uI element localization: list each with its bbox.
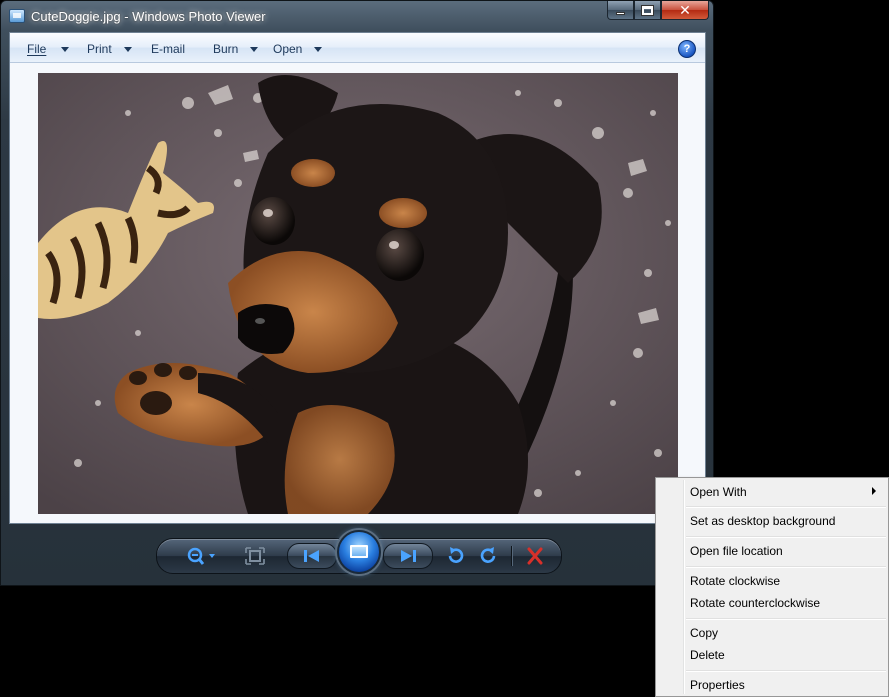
maximize-icon bbox=[642, 5, 653, 15]
context-menu-open-with-label: Open With bbox=[690, 485, 747, 499]
context-menu-rotate-clockwise[interactable]: Rotate clockwise bbox=[690, 574, 780, 588]
minimize-icon bbox=[616, 11, 625, 15]
rotate-clockwise-icon bbox=[480, 547, 496, 563]
context-menu-properties-label: Properties bbox=[690, 678, 745, 692]
control-separator bbox=[511, 546, 512, 566]
menu-file-label: File bbox=[27, 42, 47, 56]
chevron-down-icon bbox=[314, 46, 323, 52]
context-menu-open-file-location[interactable]: Open file location bbox=[690, 544, 783, 558]
chevron-down-icon bbox=[123, 46, 132, 52]
actual-size-button[interactable] bbox=[245, 547, 265, 565]
context-menu-open-file-location-label: Open file location bbox=[690, 544, 783, 558]
menu-burn-label: Burn bbox=[213, 42, 239, 56]
puppy-photo-illustration bbox=[38, 73, 678, 514]
caption-buttons: ✕ bbox=[607, 1, 709, 21]
help-icon: ? bbox=[683, 43, 691, 55]
photo-viewer-app-icon[interactable] bbox=[9, 9, 25, 23]
minimize-button[interactable] bbox=[607, 1, 634, 20]
menu-file[interactable]: File bbox=[27, 42, 70, 56]
rotate-counterclockwise-icon bbox=[448, 547, 464, 563]
next-icon bbox=[401, 550, 416, 562]
client-area: File Print E-mail Burn Open ? bbox=[9, 32, 706, 524]
menu-separator bbox=[686, 670, 886, 671]
chevron-right-icon bbox=[872, 487, 876, 495]
menu-separator bbox=[686, 618, 886, 619]
delete-icon bbox=[527, 547, 543, 565]
delete-button[interactable] bbox=[525, 547, 545, 565]
rotate-counterclockwise-button[interactable] bbox=[445, 547, 465, 565]
slideshow-icon bbox=[350, 545, 368, 558]
previous-button[interactable] bbox=[287, 543, 337, 569]
previous-icon bbox=[304, 550, 319, 562]
context-menu-copy-label: Copy bbox=[690, 626, 719, 640]
context-menu-open-with[interactable]: Open With bbox=[690, 485, 880, 499]
context-menu-delete[interactable]: Delete bbox=[690, 648, 725, 662]
photo-viewer-window: CuteDoggie.jpg - Windows Photo Viewer ✕ … bbox=[0, 0, 714, 586]
context-menu-set-desktop-background[interactable]: Set as desktop background bbox=[690, 514, 835, 528]
menu-separator bbox=[686, 506, 886, 507]
close-icon: ✕ bbox=[679, 1, 691, 18]
context-menu-copy[interactable]: Copy bbox=[690, 626, 718, 640]
menu-print-label: Print bbox=[87, 42, 112, 56]
menu-open[interactable]: Open bbox=[273, 42, 323, 56]
menu-separator bbox=[686, 536, 886, 537]
menu-open-label: Open bbox=[273, 42, 303, 56]
close-button[interactable]: ✕ bbox=[661, 1, 709, 20]
chevron-down-icon bbox=[61, 46, 70, 52]
window-title: CuteDoggie.jpg - Windows Photo Viewer bbox=[31, 9, 266, 24]
photo-image[interactable] bbox=[38, 73, 678, 514]
menu-separator bbox=[686, 566, 886, 567]
magnifier-icon bbox=[187, 547, 215, 565]
context-menu-rotate-counterclockwise-label: Rotate counterclockwise bbox=[690, 596, 821, 610]
play-slideshow-button[interactable] bbox=[337, 530, 381, 574]
actual-size-icon bbox=[245, 547, 265, 565]
context-menu-properties[interactable]: Properties bbox=[690, 678, 745, 692]
menu-print[interactable]: Print bbox=[87, 42, 132, 56]
context-menu-rotate-counterclockwise[interactable]: Rotate counterclockwise bbox=[690, 596, 820, 610]
menu-burn[interactable]: Burn bbox=[213, 42, 259, 56]
zoom-button[interactable] bbox=[185, 547, 219, 565]
photo-controls-bar bbox=[156, 530, 562, 574]
context-menu-set-desktop-background-label: Set as desktop background bbox=[690, 514, 836, 528]
menu-bar: File Print E-mail Burn Open ? bbox=[10, 33, 705, 63]
maximize-button[interactable] bbox=[634, 1, 661, 20]
menu-email-label: E-mail bbox=[151, 42, 186, 56]
chevron-down-icon bbox=[250, 46, 259, 52]
rotate-clockwise-button[interactable] bbox=[479, 547, 499, 565]
menu-email[interactable]: E-mail bbox=[151, 42, 185, 56]
context-menu: Open With Set as desktop background Open… bbox=[655, 477, 889, 697]
help-button[interactable]: ? bbox=[678, 40, 696, 58]
next-button[interactable] bbox=[383, 543, 433, 569]
context-menu-delete-label: Delete bbox=[690, 648, 725, 662]
context-menu-rotate-clockwise-label: Rotate clockwise bbox=[690, 574, 781, 588]
